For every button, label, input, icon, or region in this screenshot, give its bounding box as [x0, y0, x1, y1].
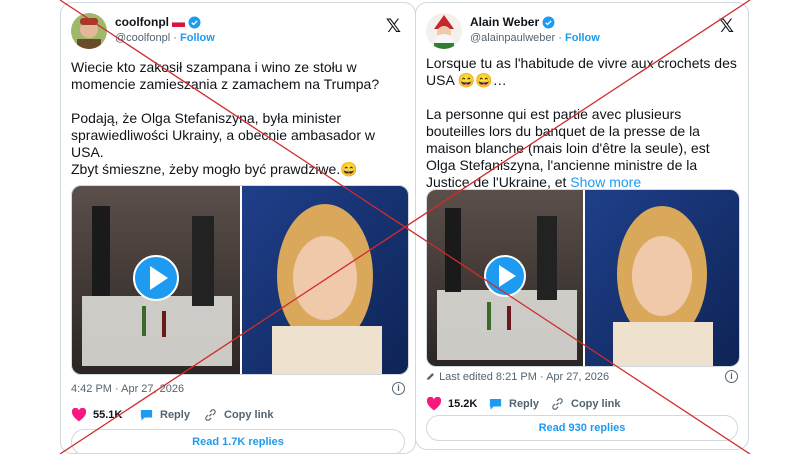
- like-count: 55.1K: [93, 409, 123, 421]
- reply-bubble-icon: [140, 410, 153, 421]
- heart-icon: [71, 408, 87, 422]
- tweet-meta: 4:42 PM · Apr 27, 2026 i: [71, 382, 405, 395]
- like-button[interactable]: 55.1K: [71, 408, 122, 422]
- read-replies-button[interactable]: Read 930 replies: [426, 415, 738, 441]
- tweet-body: Lorsque tu as l'habitude de vivre aux cr…: [426, 55, 737, 190]
- x-logo-icon[interactable]: 𝕏: [719, 15, 734, 37]
- copy-link-button[interactable]: Copy link: [550, 397, 621, 411]
- author-handle[interactable]: @coolfonpl: [115, 32, 170, 44]
- link-icon: [552, 398, 563, 410]
- reply-label: Reply: [509, 398, 539, 410]
- reply-button[interactable]: Reply: [488, 397, 539, 411]
- verified-badge-icon: [188, 16, 201, 28]
- poland-flag-icon: [172, 17, 185, 27]
- tweet-meta: Last edited 8:21 PM · Apr 27, 2026 i: [426, 370, 738, 383]
- tweet-card-1: coolfonpl @coolfonpl · Follow 𝕏 Wiecie k…: [60, 2, 416, 454]
- author-name[interactable]: Alain Weber: [470, 15, 539, 29]
- avatar[interactable]: [426, 13, 462, 49]
- tweet-media[interactable]: [426, 189, 740, 367]
- like-count: 15.2K: [448, 398, 478, 410]
- follow-button[interactable]: Follow: [180, 32, 215, 44]
- timestamp[interactable]: 4:42 PM · Apr 27, 2026: [71, 383, 184, 395]
- author-name[interactable]: coolfonpl: [115, 15, 169, 29]
- verified-badge-icon: [542, 16, 555, 28]
- copy-link-label: Copy link: [224, 409, 274, 421]
- tweet-text: Wiecie kto zakosił szampana i wino ze st…: [71, 59, 380, 177]
- copy-link-label: Copy link: [571, 398, 621, 410]
- tweet-actions: 55.1K Reply Copy link: [71, 408, 405, 426]
- pencil-icon: [427, 373, 434, 380]
- tweet-actions: 15.2K Reply Copy link: [426, 397, 738, 415]
- tweet-card-2: Alain Weber @alainpaulweber · Follow 𝕏 L…: [415, 2, 749, 450]
- heart-icon: [426, 397, 442, 411]
- tweet-text: Lorsque tu as l'habitude de vivre aux cr…: [426, 55, 740, 191]
- info-icon[interactable]: i: [725, 370, 738, 383]
- avatar[interactable]: [71, 13, 107, 49]
- tweet-media[interactable]: [71, 185, 409, 375]
- follow-button[interactable]: Follow: [565, 32, 600, 44]
- link-icon: [205, 409, 216, 421]
- timestamp[interactable]: Last edited 8:21 PM · Apr 27, 2026: [439, 371, 609, 383]
- reply-label: Reply: [160, 409, 190, 421]
- x-logo-icon[interactable]: 𝕏: [386, 15, 401, 37]
- reply-button[interactable]: Reply: [139, 408, 190, 422]
- tweet-header: Alain Weber @alainpaulweber · Follow 𝕏: [426, 13, 738, 53]
- reply-bubble-icon: [489, 399, 502, 410]
- tweet-header: coolfonpl @coolfonpl · Follow 𝕏: [71, 13, 405, 53]
- show-more-link[interactable]: Show more: [570, 174, 641, 190]
- like-button[interactable]: 15.2K: [426, 397, 477, 411]
- info-icon[interactable]: i: [392, 382, 405, 395]
- copy-link-button[interactable]: Copy link: [203, 408, 274, 422]
- author-handle[interactable]: @alainpaulweber: [470, 32, 555, 44]
- read-replies-button[interactable]: Read 1.7K replies: [71, 429, 405, 453]
